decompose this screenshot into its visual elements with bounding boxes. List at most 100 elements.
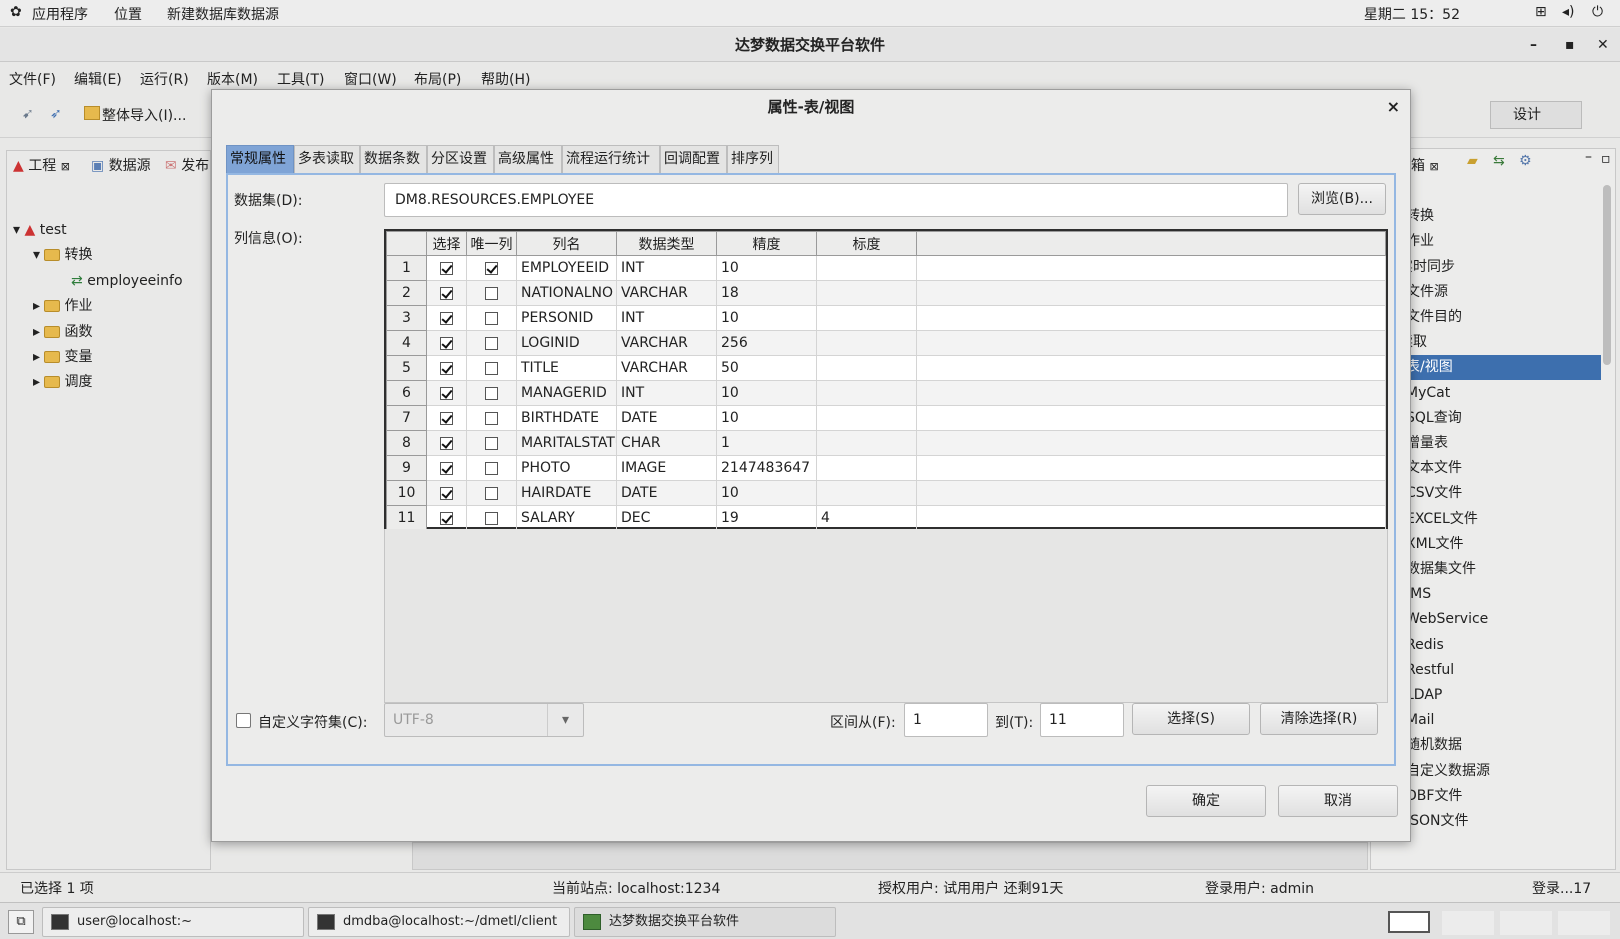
precision-cell[interactable]: 10: [716, 405, 817, 431]
workspace-3[interactable]: [1500, 911, 1552, 935]
ok-button[interactable]: 确定: [1146, 785, 1266, 817]
scale-cell[interactable]: [816, 430, 917, 456]
apps-menu[interactable]: 应用程序: [32, 4, 88, 24]
table-row[interactable]: 10 HAIRDATE DATE 10: [386, 480, 1386, 506]
scale-cell[interactable]: [816, 280, 917, 306]
data-type-cell[interactable]: DATE: [616, 480, 717, 506]
select-cell[interactable]: [426, 280, 467, 306]
select-checkbox[interactable]: [440, 286, 453, 300]
unique-checkbox[interactable]: [485, 386, 498, 400]
row-number[interactable]: 7: [386, 405, 427, 431]
menu-window[interactable]: 窗口(W): [344, 69, 397, 89]
tab-general[interactable]: 常规属性: [226, 145, 294, 174]
column-name-cell[interactable]: TITLE: [516, 355, 617, 381]
scale-cell[interactable]: 4: [816, 505, 917, 531]
select-cell[interactable]: [426, 305, 467, 331]
row-number[interactable]: 6: [386, 380, 427, 406]
tree-root[interactable]: ▾ ▲ test: [13, 219, 67, 241]
tab-row-count[interactable]: 数据条数: [360, 145, 427, 174]
workspace-2[interactable]: [1442, 911, 1494, 935]
precision-cell[interactable]: 1: [716, 430, 817, 456]
tab-sort-columns[interactable]: 排序列: [727, 145, 779, 174]
unique-checkbox[interactable]: [485, 286, 498, 300]
import-button[interactable]: 整体导入(I)...: [102, 105, 186, 125]
tab-partition[interactable]: 分区设置: [427, 145, 494, 174]
tab-project[interactable]: ▲ 工程 ⊠: [13, 155, 70, 179]
select-all-corner[interactable]: [386, 231, 427, 256]
tab-advanced[interactable]: 高级属性: [494, 145, 562, 174]
scale-cell[interactable]: [816, 480, 917, 506]
task-terminal-user[interactable]: user@localhost:~: [42, 907, 304, 937]
select-checkbox[interactable]: [440, 261, 453, 275]
select-cell[interactable]: [426, 355, 467, 381]
select-cell[interactable]: [426, 330, 467, 356]
unique-checkbox[interactable]: [485, 461, 498, 475]
unique-cell[interactable]: [466, 280, 517, 306]
data-type-cell[interactable]: INT: [616, 380, 717, 406]
scale-cell[interactable]: [816, 330, 917, 356]
workspace-4[interactable]: [1558, 911, 1610, 935]
table-row[interactable]: 8 MARITALSTATU CHAR 1: [386, 430, 1386, 456]
precision-cell[interactable]: 256: [716, 330, 817, 356]
tree-schedule[interactable]: ▸ 调度: [33, 371, 92, 393]
select-cell[interactable]: [426, 255, 467, 281]
row-number[interactable]: 2: [386, 280, 427, 306]
run-icon[interactable]: ➹: [22, 106, 34, 122]
column-name-cell[interactable]: MARITALSTATU: [516, 430, 617, 456]
table-row[interactable]: 5 TITLE VARCHAR 50: [386, 355, 1386, 381]
scale-cell[interactable]: [816, 255, 917, 281]
places-menu[interactable]: 位置: [114, 4, 142, 24]
menu-help[interactable]: 帮助(H): [481, 69, 530, 89]
browse-button[interactable]: 浏览(B)...: [1298, 183, 1386, 215]
tree-transform[interactable]: ▾ 转换: [33, 244, 92, 266]
select-checkbox[interactable]: [440, 336, 453, 350]
precision-cell[interactable]: 50: [716, 355, 817, 381]
range-to-input[interactable]: 11: [1040, 703, 1124, 737]
row-number[interactable]: 8: [386, 430, 427, 456]
workspace-1[interactable]: [1388, 911, 1430, 933]
select-cell[interactable]: [426, 455, 467, 481]
menu-run[interactable]: 运行(R): [140, 69, 189, 89]
new-source-menu[interactable]: 新建数据库数据源: [167, 4, 279, 24]
dialog-close-button[interactable]: ×: [1387, 97, 1400, 116]
data-type-cell[interactable]: DEC: [616, 505, 717, 531]
select-checkbox[interactable]: [440, 486, 453, 500]
precision-cell[interactable]: 18: [716, 280, 817, 306]
unique-cell[interactable]: [466, 355, 517, 381]
close-window-button[interactable]: ✕: [1597, 28, 1609, 62]
sync-icon[interactable]: ⇆: [1493, 153, 1505, 169]
maximize-button[interactable]: ▪: [1565, 28, 1575, 62]
data-type-cell[interactable]: VARCHAR: [616, 355, 717, 381]
dataset-input[interactable]: DM8.RESOURCES.EMPLOYEE: [384, 183, 1288, 217]
row-number[interactable]: 5: [386, 355, 427, 381]
column-name-cell[interactable]: LOGINID: [516, 330, 617, 356]
filter-icon[interactable]: ⚙: [1519, 153, 1532, 169]
clock[interactable]: 星期二 15：52: [1364, 4, 1460, 24]
minimize-button[interactable]: –: [1530, 28, 1537, 62]
menu-file[interactable]: 文件(F): [9, 69, 56, 89]
select-cell[interactable]: [426, 480, 467, 506]
unique-checkbox[interactable]: [485, 411, 498, 425]
select-checkbox[interactable]: [440, 311, 453, 325]
select-cell[interactable]: [426, 405, 467, 431]
show-desktop-icon[interactable]: ⧉: [8, 910, 34, 934]
data-type-cell[interactable]: CHAR: [616, 430, 717, 456]
precision-cell[interactable]: 10: [716, 380, 817, 406]
precision-cell[interactable]: 19: [716, 505, 817, 531]
debug-icon[interactable]: ➶: [50, 106, 62, 122]
column-name-cell[interactable]: MANAGERID: [516, 380, 617, 406]
row-number[interactable]: 3: [386, 305, 427, 331]
tab-multi-table[interactable]: 多表读取: [294, 145, 360, 174]
column-name-cell[interactable]: PERSONID: [516, 305, 617, 331]
precision-cell[interactable]: 10: [716, 480, 817, 506]
select-checkbox[interactable]: [440, 461, 453, 475]
column-name-cell[interactable]: BIRTHDATE: [516, 405, 617, 431]
unique-checkbox[interactable]: [485, 261, 498, 275]
table-row[interactable]: 6 MANAGERID INT 10: [386, 380, 1386, 406]
task-terminal-dmdba[interactable]: dmdba@localhost:~/dmetl/client: [308, 907, 570, 937]
row-number[interactable]: 10: [386, 480, 427, 506]
unique-cell[interactable]: [466, 380, 517, 406]
menu-version[interactable]: 版本(M): [207, 69, 258, 89]
select-checkbox[interactable]: [440, 361, 453, 375]
precision-cell[interactable]: 10: [716, 255, 817, 281]
